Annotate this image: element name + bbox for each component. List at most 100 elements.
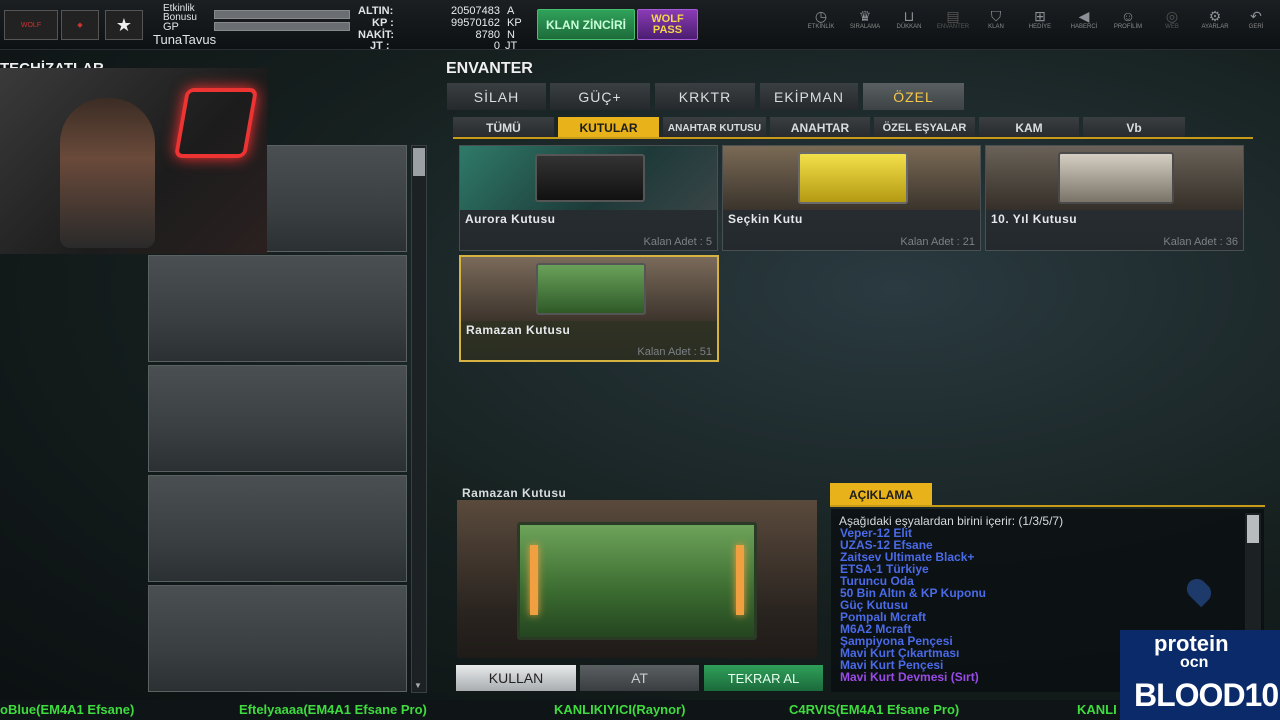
- nav-back[interactable]: ↶ GERİ: [1236, 8, 1276, 40]
- clan-chain-label: KLAN ZİNCİRİ: [546, 17, 626, 32]
- gold-unit: A: [507, 5, 515, 17]
- equipment-slot[interactable]: [148, 585, 407, 692]
- nav-profile[interactable]: ☺ PROFİLİM: [1105, 8, 1151, 40]
- equipment-slot[interactable]: [148, 255, 407, 362]
- back-icon: ↶: [1250, 8, 1262, 24]
- subtab-key[interactable]: ANAHTAR: [770, 117, 870, 139]
- sponsor-line1: protein: [1154, 631, 1229, 656]
- nav-messenger-label: HABERCİ: [1070, 24, 1098, 30]
- box-shape: [517, 522, 757, 640]
- event-bonus-label: Etkinlik Bonusu: [163, 3, 197, 23]
- item-image: [460, 146, 717, 210]
- drop-button[interactable]: AT: [580, 665, 699, 691]
- subtab-key-box[interactable]: ANAHTAR KUTUSU: [663, 117, 766, 139]
- description-tab[interactable]: AÇIKLAMA: [830, 483, 932, 506]
- item-card[interactable]: 10. Yıl Kutusu Kalan Adet : 36: [985, 145, 1244, 251]
- ticker-entry: C4RVIS(EM4A1 Efsane Pro): [789, 702, 960, 717]
- profile-icon: ☺: [1120, 8, 1136, 24]
- kp-value: 99570162: [451, 17, 500, 29]
- subtab-underline: [453, 137, 1253, 139]
- nav-ranking-label: SIRALAMA: [849, 24, 881, 30]
- inventory-title: ENVANTER: [446, 60, 533, 77]
- box-shape: [535, 154, 645, 202]
- shield-icon: ⛉: [990, 8, 1002, 24]
- box-light: [736, 545, 744, 615]
- nav-inventory-label: ENVANTER: [936, 24, 970, 30]
- tab-character[interactable]: KRKTR: [655, 83, 755, 110]
- nav-event-label: ETKİNLİK: [807, 24, 835, 30]
- item-card-selected[interactable]: Ramazan Kutusu Kalan Adet : 51: [459, 255, 719, 362]
- nav-web[interactable]: ◎ WEB: [1149, 8, 1195, 40]
- subtab-cam[interactable]: KAM: [979, 117, 1079, 139]
- item-card[interactable]: Seçkin Kutu Kalan Adet : 21: [722, 145, 981, 251]
- box-shape: [536, 263, 646, 315]
- rank-icon: ♛: [858, 8, 872, 24]
- use-button[interactable]: KULLAN: [456, 665, 576, 691]
- item-card[interactable]: Aurora Kutusu Kalan Adet : 5: [459, 145, 718, 251]
- web-icon: ◎: [1165, 8, 1179, 24]
- sponsor-code: BLOOD10: [1134, 677, 1279, 713]
- description-underline: [830, 505, 1265, 507]
- event-bonus-bar: [214, 10, 350, 19]
- box-shape: [798, 152, 908, 204]
- nav-event[interactable]: ◷ ETKİNLİK: [798, 8, 844, 40]
- equipment-scrollbar[interactable]: ▼: [411, 145, 427, 693]
- sponsor-line2: ocn: [1180, 654, 1209, 671]
- item-count: Kalan Adet : 36: [1163, 236, 1238, 248]
- nav-settings[interactable]: ⚙ AYARLAR: [1192, 8, 1238, 40]
- nav-gift[interactable]: ⊞ HEDİYE: [1017, 8, 1063, 40]
- gold-label: ALTIN:: [358, 5, 394, 17]
- streamer-figure: [60, 98, 155, 248]
- jt-unit: JT: [505, 40, 518, 52]
- gold-value: 20507483: [451, 5, 500, 17]
- tab-special[interactable]: ÖZEL: [863, 83, 964, 110]
- equipment-slot[interactable]: [148, 365, 407, 472]
- item-count: Kalan Adet : 5: [643, 236, 713, 248]
- subtab-special-items[interactable]: ÖZEL EŞYALAR: [874, 117, 975, 139]
- streamer-logo: [173, 88, 259, 158]
- kp-label: KP :: [372, 17, 394, 29]
- equipment-slot[interactable]: [148, 475, 407, 582]
- item-image: [461, 257, 717, 321]
- wolf-pass-label: WOLF PASS: [651, 12, 684, 36]
- scroll-down-icon[interactable]: ▼: [414, 681, 422, 690]
- username: TunaTavus: [153, 32, 217, 47]
- subtab-etc[interactable]: Vb: [1083, 117, 1185, 139]
- tab-equipment[interactable]: EKİPMAN: [760, 83, 858, 110]
- gear-icon: ⚙: [1208, 8, 1222, 24]
- nav-settings-label: AYARLAR: [1201, 24, 1229, 30]
- wolf-logo: WOLF: [4, 10, 58, 40]
- clock-icon: ◷: [814, 8, 828, 24]
- preview-image: [457, 500, 817, 658]
- tab-weapon[interactable]: SİLAH: [447, 83, 546, 110]
- item-name: Aurora Kutusu: [465, 212, 556, 226]
- megaphone-icon: ◀: [1078, 8, 1090, 24]
- nav-ranking[interactable]: ♛ SIRALAMA: [842, 8, 888, 40]
- wolf-pass-button[interactable]: WOLF PASS: [637, 9, 698, 40]
- item-count: Kalan Adet : 21: [900, 236, 975, 248]
- top-bar: WOLF ◆ ★ Etkinlik Bonusu GP TunaTavus AL…: [0, 0, 1280, 52]
- subtab-boxes[interactable]: KUTULAR: [558, 117, 659, 139]
- clan-chain-button[interactable]: KLAN ZİNCİRİ: [537, 9, 635, 40]
- star-icon[interactable]: ★: [105, 10, 143, 40]
- clan-emblem[interactable]: ◆: [61, 10, 99, 40]
- nav-shop[interactable]: ⊔ DÜKKAN: [886, 8, 932, 40]
- scroll-thumb[interactable]: [413, 148, 425, 176]
- nav-inventory[interactable]: ▤ ENVANTER: [930, 8, 976, 40]
- scroll-thumb[interactable]: [1247, 515, 1259, 543]
- item-image: [986, 146, 1243, 210]
- ticker-entry: KANLIKIYICI(Raynor): [554, 702, 686, 717]
- nav-gift-label: HEDİYE: [1028, 24, 1052, 30]
- subtab-all[interactable]: TÜMÜ: [453, 117, 554, 139]
- nav-clan[interactable]: ⛉ KLAN: [973, 8, 1019, 40]
- gp-bar: [214, 22, 350, 31]
- ticker-entry: Eftelyaaaa(EM4A1 Efsane Pro): [239, 702, 427, 717]
- nav-shop-label: DÜKKAN: [896, 24, 922, 30]
- jt-value: 0: [493, 40, 500, 52]
- rebuy-button[interactable]: TEKRAR AL: [704, 665, 823, 691]
- tab-power[interactable]: GÜÇ+: [550, 83, 650, 110]
- nav-messenger[interactable]: ◀ HABERCİ: [1061, 8, 1107, 40]
- kp-unit: KP: [507, 17, 522, 29]
- nav-clan-label: KLAN: [988, 24, 1004, 30]
- item-count: Kalan Adet : 51: [637, 346, 712, 358]
